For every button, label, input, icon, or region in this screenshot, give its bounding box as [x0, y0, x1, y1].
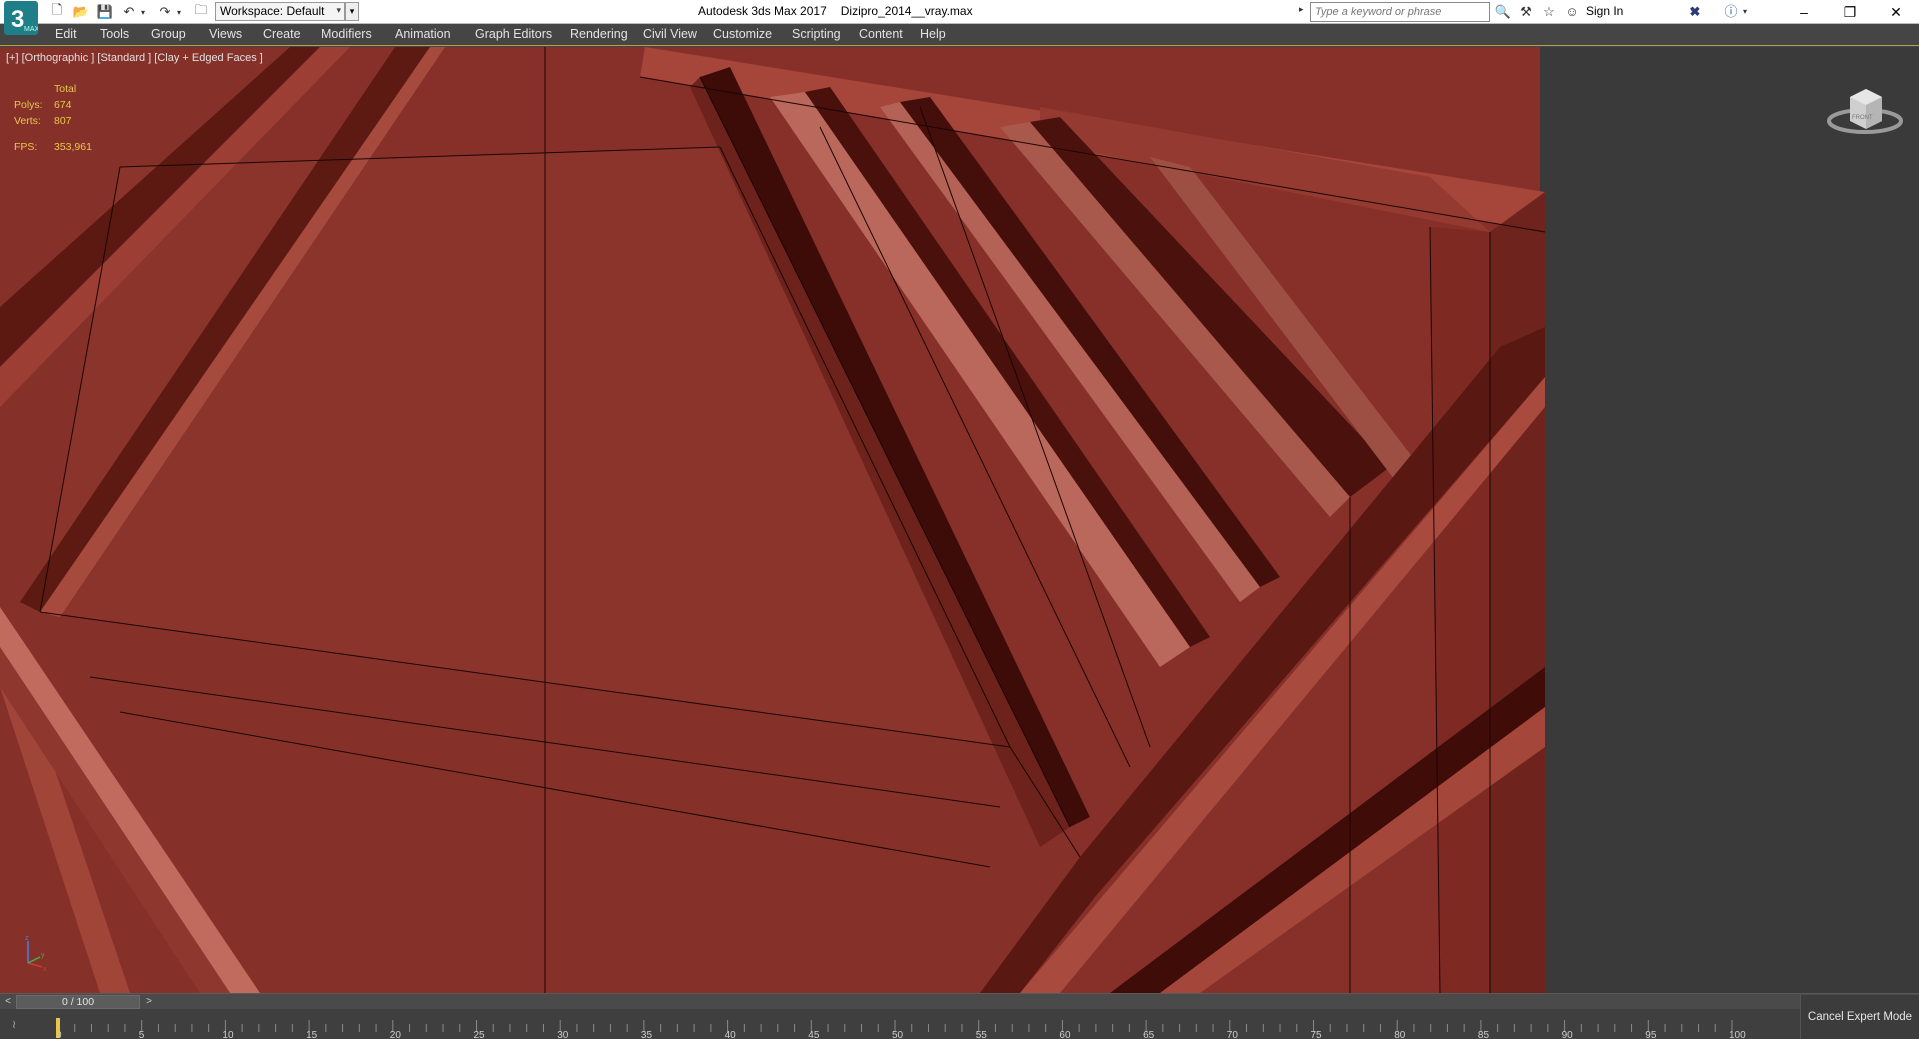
ruler-tick-label: 65	[1143, 1030, 1155, 1039]
stats-total-label: Total	[54, 83, 77, 95]
exchange-icon[interactable]: ⚒	[1517, 3, 1535, 21]
key-filter-icon[interactable]: ≀	[12, 1018, 16, 1031]
ruler-tick-label: 100	[1729, 1030, 1746, 1039]
viewport-statistics: Total Polys: 674 Verts: 807 FPS: 353,961	[14, 81, 92, 155]
menu-edit[interactable]: Edit	[55, 27, 77, 41]
sign-in-label: Sign In	[1586, 4, 1624, 18]
time-slider[interactable]: < 0 / 100 >	[0, 993, 1919, 1009]
window-title: Autodesk 3ds Max 2017 Dizipro_2014__vray.…	[698, 4, 973, 18]
polys-label: Polys:	[14, 99, 43, 111]
ruler-tick-label: 15	[306, 1030, 318, 1039]
redo-icon[interactable]: ↷	[156, 3, 174, 21]
clay-model-render	[0, 47, 1919, 993]
close-button[interactable]: ✕	[1873, 0, 1919, 24]
search-expand-icon[interactable]: ▸	[1299, 4, 1309, 20]
help-icon[interactable]: ⓘ	[1722, 3, 1740, 21]
new-file-icon[interactable]: 🗋	[48, 2, 66, 21]
ruler-tick-label: 50	[892, 1030, 904, 1039]
undo-dropdown-icon[interactable]: ▾	[138, 3, 148, 21]
perspective-viewport[interactable]: [+] [Orthographic ] [Standard ] [Clay + …	[0, 47, 1919, 993]
current-frame-marker[interactable]	[56, 1018, 60, 1038]
menu-scripting[interactable]: Scripting	[792, 27, 841, 41]
fps-value: 353,961	[54, 141, 92, 153]
ruler-tick-label: 70	[1227, 1030, 1239, 1039]
ruler-tick-label: 95	[1645, 1030, 1657, 1039]
save-icon[interactable]: 💾	[96, 3, 114, 21]
workspace-dropdown[interactable]: Workspace: Default ▾	[215, 2, 345, 21]
ruler-tick-label: 85	[1478, 1030, 1490, 1039]
svg-text:z: z	[25, 935, 29, 942]
ruler-tick-label: 35	[641, 1030, 653, 1039]
viewcube-icon[interactable]: FRONT	[1826, 77, 1904, 141]
sign-in-button[interactable]: Sign In ▾	[1586, 4, 1694, 18]
axis-tripod-icon: z x y	[25, 935, 47, 973]
redo-dropdown-icon[interactable]: ▾	[174, 3, 184, 21]
ruler-tick-label: 90	[1562, 1030, 1574, 1039]
viewcube-face-label: FRONT	[1852, 115, 1873, 121]
ruler-tick-label: 30	[557, 1030, 569, 1039]
svg-text:MAX: MAX	[24, 26, 38, 33]
menu-civil-view[interactable]: Civil View	[643, 27, 697, 41]
ruler-tick-label: 75	[1311, 1030, 1323, 1039]
chevron-down-icon: ▾	[336, 5, 341, 15]
ruler-tick-label: 20	[390, 1030, 402, 1039]
workspace-label: Workspace: Default	[220, 4, 325, 18]
track-ruler[interactable]: 0510152025303540455055606570758085909510…	[56, 1010, 1750, 1039]
menu-content[interactable]: Content	[859, 27, 903, 41]
project-folder-icon[interactable]: 🗀	[192, 2, 210, 21]
menu-graph-editors[interactable]: Graph Editors	[475, 27, 552, 41]
menu-group[interactable]: Group	[151, 27, 186, 41]
cancel-expert-mode-button[interactable]: Cancel Expert Mode	[1800, 995, 1919, 1039]
minimize-button[interactable]: –	[1781, 0, 1827, 24]
menu-rendering[interactable]: Rendering	[570, 27, 628, 41]
search-input[interactable]: Type a keyword or phrase	[1310, 2, 1490, 22]
ruler-tick-label: 10	[222, 1030, 234, 1039]
ruler-tick-label: 25	[474, 1030, 486, 1039]
viewport-label[interactable]: [+] [Orthographic ] [Standard ] [Clay + …	[6, 52, 263, 64]
ruler-tick-label: 60	[1059, 1030, 1071, 1039]
ruler-tick-label: 55	[976, 1030, 988, 1039]
svg-text:x: x	[43, 966, 47, 973]
3dsmax-logo-icon[interactable]: 3 MAX	[4, 1, 38, 45]
menu-customize[interactable]: Customize	[713, 27, 772, 41]
menu-create[interactable]: Create	[263, 27, 301, 41]
title-bar: 3 MAX 🗋 📂 💾 ↶ ▾ ↷ ▾ 🗀 Workspace: Default…	[0, 0, 1919, 35]
restore-button[interactable]: ❐	[1827, 0, 1873, 24]
polys-value: 674	[54, 99, 72, 111]
ruler-tick-label: 40	[725, 1030, 737, 1039]
fps-label: FPS:	[14, 141, 38, 153]
time-prev-button[interactable]: <	[1, 995, 15, 1009]
open-file-icon[interactable]: 📂	[72, 3, 90, 21]
user-icon[interactable]: ☺	[1563, 3, 1581, 21]
app-name: Autodesk 3ds Max 2017	[698, 4, 827, 18]
verts-value: 807	[54, 115, 72, 127]
time-next-button[interactable]: >	[142, 995, 156, 1009]
file-name: Dizipro_2014__vray.max	[840, 4, 973, 18]
svg-text:3: 3	[11, 6, 24, 33]
undo-icon[interactable]: ↶	[120, 3, 138, 21]
menu-help[interactable]: Help	[920, 27, 946, 41]
ruler-tick-label: 5	[139, 1030, 145, 1039]
menu-views[interactable]: Views	[209, 27, 242, 41]
star-icon[interactable]: ☆	[1540, 3, 1558, 21]
menu-bar: Edit Tools Group Views Create Modifiers …	[0, 24, 1919, 46]
help-dropdown-icon[interactable]: ▾	[1740, 3, 1750, 21]
autodesk-x-icon[interactable]: ✖	[1686, 3, 1704, 21]
time-slider-thumb[interactable]: 0 / 100	[16, 995, 140, 1009]
workspace-options-icon[interactable]: ▾	[345, 2, 359, 21]
verts-label: Verts:	[14, 115, 41, 127]
ruler-tick-label: 80	[1394, 1030, 1406, 1039]
menu-modifiers[interactable]: Modifiers	[321, 27, 372, 41]
menu-animation[interactable]: Animation	[395, 27, 451, 41]
binoculars-icon[interactable]: 🔍	[1494, 3, 1512, 21]
menu-tools[interactable]: Tools	[100, 27, 129, 41]
ruler-tick-label: 45	[808, 1030, 820, 1039]
svg-text:y: y	[41, 952, 45, 959]
